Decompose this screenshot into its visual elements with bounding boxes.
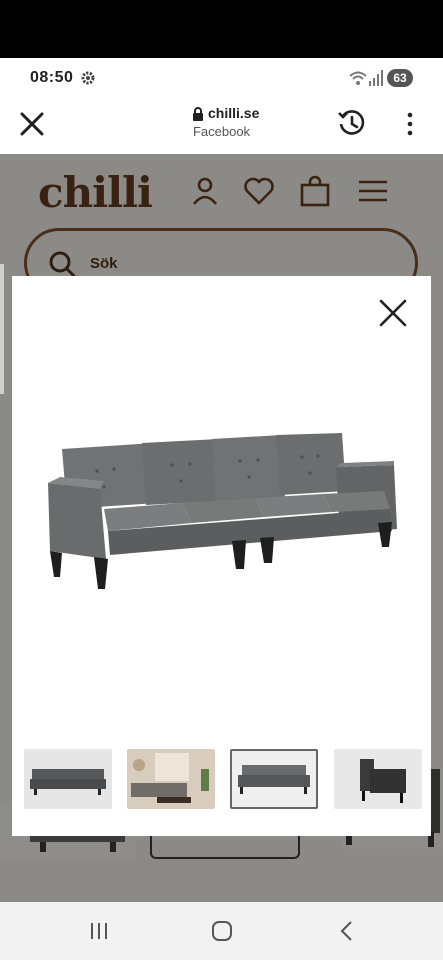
menu-icon[interactable]: [356, 174, 390, 208]
recents-icon[interactable]: [86, 918, 112, 944]
image-gallery-modal: [12, 276, 431, 836]
browser-header: chilli.se Facebook: [0, 98, 443, 154]
thumbnail-sofa-room-image: [127, 749, 215, 809]
status-time: 08:50: [30, 69, 74, 86]
close-gallery-icon[interactable]: [378, 298, 408, 328]
back-icon[interactable]: [334, 918, 360, 944]
system-nav-bar: [0, 902, 443, 960]
thumbnail-3[interactable]: [230, 749, 318, 809]
thumbnail-sofa-front-image: [232, 751, 316, 807]
thumbnail-sofa-end-image: [334, 749, 422, 809]
site-logo[interactable]: chilli: [38, 168, 153, 217]
search-icon: [49, 251, 76, 278]
more-icon[interactable]: [402, 110, 418, 138]
wifi-icon: [349, 71, 367, 85]
user-icon[interactable]: [188, 174, 222, 208]
gear-icon: [81, 71, 95, 85]
url-domain[interactable]: chilli.se: [208, 105, 259, 121]
heart-icon[interactable]: [242, 174, 276, 208]
signal-icon: [369, 70, 383, 86]
thumbnail-2[interactable]: [127, 749, 215, 809]
history-icon[interactable]: [336, 107, 368, 139]
search-placeholder: Sök: [90, 255, 118, 272]
status-bar: 08:50 63: [0, 58, 443, 98]
thumbnail-4[interactable]: [334, 749, 422, 809]
thumbnail-1[interactable]: [24, 749, 112, 809]
home-icon[interactable]: [209, 918, 235, 944]
battery-level: 63: [387, 69, 413, 87]
lock-icon: [193, 107, 203, 121]
camera-strip: [0, 0, 443, 58]
url-source: Facebook: [192, 124, 251, 139]
product-image-sofa[interactable]: [42, 431, 402, 601]
thumbnail-sofa-side-image: [24, 749, 112, 809]
bag-icon[interactable]: [298, 174, 332, 208]
scroll-indicator[interactable]: [0, 264, 4, 394]
